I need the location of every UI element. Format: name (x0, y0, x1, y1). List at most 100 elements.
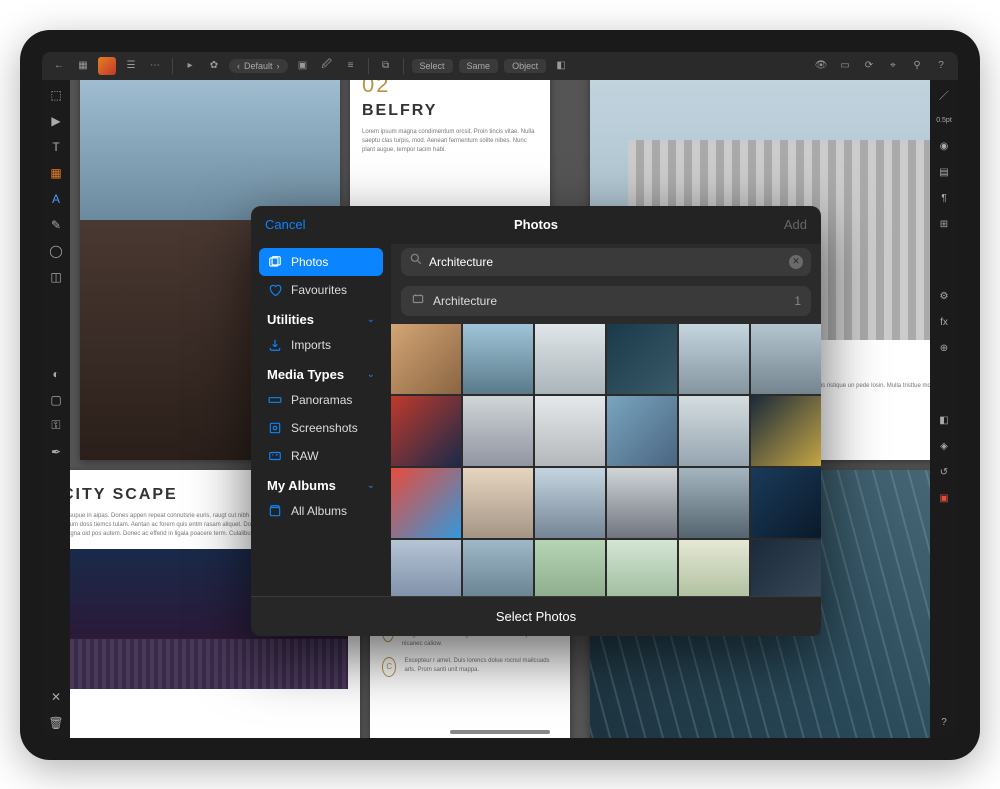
sync-icon[interactable]: ⟳ (860, 57, 878, 75)
crop-tool-icon[interactable]: ◫ (47, 268, 65, 286)
arrow-tool-icon[interactable]: ▶ (47, 112, 65, 130)
photo-thumb[interactable] (391, 540, 461, 596)
adjust-icon[interactable]: 🖉 (318, 57, 336, 75)
sidebar-item-raw[interactable]: RAW (259, 442, 383, 470)
clear-search-icon[interactable]: ✕ (789, 255, 803, 269)
photo-thumb[interactable] (391, 324, 461, 394)
stroke-width-icon[interactable]: 0.5pt (935, 112, 953, 130)
layers-panel-icon[interactable]: ▤ (935, 164, 953, 182)
settings-panel-icon[interactable]: ⚙ (935, 288, 953, 306)
sidebar-label: All Albums (291, 504, 347, 518)
photo-thumb[interactable] (463, 468, 533, 538)
stroke-panel-icon[interactable]: ／ (935, 86, 953, 104)
frame-tool-icon[interactable]: A (47, 190, 65, 208)
sidebar-label: Screenshots (291, 421, 358, 435)
color1-icon[interactable]: ◐ (47, 365, 65, 383)
sidebar-item-imports[interactable]: Imports (259, 331, 383, 359)
rect-tool-icon[interactable]: ▢ (47, 391, 65, 409)
style-preset-dropdown[interactable]: ‹ Default › (229, 59, 288, 73)
pen-tool-icon[interactable]: ✒ (47, 443, 65, 461)
photo-thumb[interactable] (679, 540, 749, 596)
align-icon[interactable]: ≡ (342, 57, 360, 75)
assets-panel-icon[interactable]: ⊞ (935, 216, 953, 234)
photo-thumb[interactable] (391, 468, 461, 538)
photo-thumb[interactable] (463, 540, 533, 596)
photo-thumb[interactable] (751, 324, 821, 394)
more-icon[interactable]: ⋯ (146, 57, 164, 75)
photo-thumb[interactable] (607, 324, 677, 394)
photo-thumb[interactable] (679, 396, 749, 466)
navigator-panel-icon[interactable]: ▣ (935, 490, 953, 508)
image-tool-icon[interactable]: ▦ (47, 164, 65, 182)
photo-thumb[interactable] (751, 396, 821, 466)
photo-thumb[interactable] (679, 468, 749, 538)
eyedropper-tool-icon[interactable]: ✎ (47, 216, 65, 234)
align-panel-icon[interactable]: ◧ (935, 412, 953, 430)
move-tool-icon[interactable]: ▸ (181, 57, 199, 75)
back-icon[interactable]: ← (50, 57, 68, 75)
help-icon[interactable]: ? (932, 57, 950, 75)
photo-thumb[interactable] (463, 324, 533, 394)
sidebar-section-utilities[interactable]: Utilities ⌄ (259, 304, 383, 331)
trash-icon[interactable]: 🗑 (47, 714, 65, 732)
select-dropdown[interactable]: Select (412, 59, 453, 73)
group-icon[interactable]: ⧉ (377, 57, 395, 75)
sidebar-item-screenshots[interactable]: Screenshots (259, 414, 383, 442)
library-icon (267, 254, 283, 270)
sidebar-label: Imports (291, 338, 331, 352)
select-tool-icon[interactable]: ⬚ (47, 86, 65, 104)
photo-thumb[interactable] (535, 540, 605, 596)
sidebar-section-my-albums[interactable]: My Albums ⌄ (259, 470, 383, 497)
photo-thumb[interactable] (607, 396, 677, 466)
photo-thumb[interactable] (751, 468, 821, 538)
photo-thumb[interactable] (535, 324, 605, 394)
photo-thumb[interactable] (391, 396, 461, 466)
photo-thumb[interactable] (607, 468, 677, 538)
photo-thumb[interactable] (463, 396, 533, 466)
brush-tool-icon[interactable]: ✿ (205, 57, 223, 75)
preview-icon[interactable]: ▭ (836, 57, 854, 75)
tripod-tool-icon[interactable]: ⚿ (47, 417, 65, 435)
home-indicator[interactable] (450, 730, 550, 734)
raw-icon (267, 448, 283, 464)
select-photos-button[interactable]: Select Photos (251, 596, 821, 636)
snap-icon[interactable]: ⌖ (884, 57, 902, 75)
sidebar-item-all-albums[interactable]: All Albums (259, 497, 383, 525)
badge-c: C (382, 657, 396, 677)
search-input[interactable] (429, 255, 783, 269)
grid-icon[interactable]: ▦ (74, 57, 92, 75)
fx-panel-icon[interactable]: fx (935, 314, 953, 332)
search-bar[interactable]: ✕ (401, 248, 811, 276)
sidebar-label: Panoramas (291, 393, 352, 407)
cancel-button[interactable]: Cancel (265, 217, 305, 232)
sidebar-item-favourites[interactable]: Favourites (259, 276, 383, 304)
sidebar-section-media-types[interactable]: Media Types ⌄ (259, 359, 383, 386)
eye-icon[interactable]: 👁 (812, 57, 830, 75)
object-dropdown[interactable]: Object (504, 59, 546, 73)
text-panel-icon[interactable]: ¶ (935, 190, 953, 208)
swatch-panel-icon[interactable]: ◉ (935, 138, 953, 156)
history-panel-icon[interactable]: ↺ (935, 464, 953, 482)
search-icon (409, 252, 423, 271)
help-panel-icon[interactable]: ? (935, 714, 953, 732)
photo-thumb[interactable] (679, 324, 749, 394)
snap-panel-icon[interactable]: ◈ (935, 438, 953, 456)
photos-sidebar: Photos Favourites Utilities ⌄ (251, 244, 391, 596)
menu-icon[interactable]: ☰ (122, 57, 140, 75)
same-dropdown[interactable]: Same (459, 59, 499, 73)
photo-thumb[interactable] (607, 540, 677, 596)
add-button[interactable]: Add (784, 217, 807, 232)
magnet-icon[interactable]: ⚲ (908, 57, 926, 75)
search-suggestion[interactable]: Architecture 1 (401, 286, 811, 316)
photo-thumb[interactable] (535, 396, 605, 466)
shape-tool-icon[interactable]: ◯ (47, 242, 65, 260)
effects-icon[interactable]: ◧ (552, 57, 570, 75)
sidebar-item-photos[interactable]: Photos (259, 248, 383, 276)
transform-panel-icon[interactable]: ⊕ (935, 340, 953, 358)
close-icon[interactable]: ✕ (47, 688, 65, 706)
photo-thumb[interactable] (535, 468, 605, 538)
layers-icon[interactable]: ▣ (294, 57, 312, 75)
text-tool-icon[interactable]: T (47, 138, 65, 156)
sidebar-item-panoramas[interactable]: Panoramas (259, 386, 383, 414)
photo-thumb[interactable] (751, 540, 821, 596)
